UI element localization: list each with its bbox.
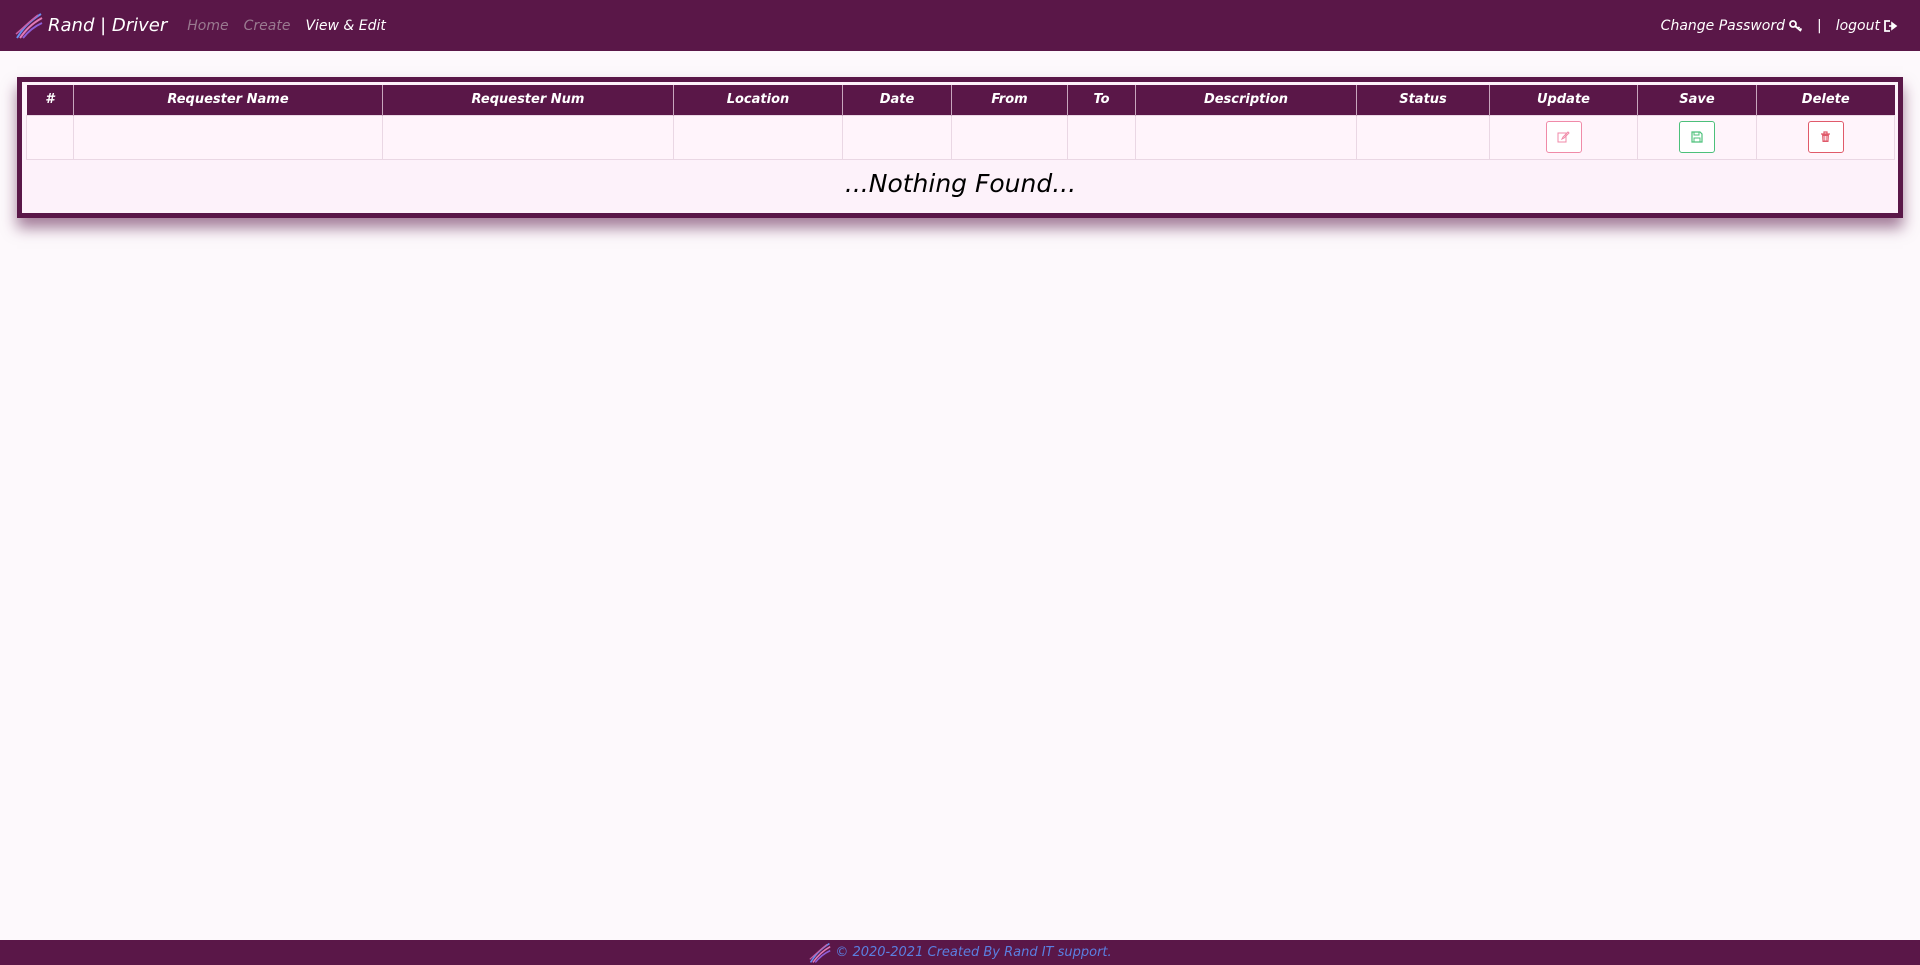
cell-delete — [1756, 114, 1895, 160]
column-header-description: Description — [1135, 85, 1357, 115]
empty-state-row: ...Nothing Found... — [26, 159, 1895, 213]
nav-link-create[interactable]: Create — [244, 18, 291, 34]
cell-status — [1356, 114, 1490, 160]
cell-location — [673, 114, 843, 160]
save-button[interactable] — [1679, 121, 1715, 153]
nav-link-home[interactable]: Home — [187, 18, 228, 34]
column-header-delete: Delete — [1756, 85, 1895, 115]
column-header-requester-name: Requester Name — [73, 85, 383, 115]
column-header-status: Status — [1356, 85, 1490, 115]
page-footer: © 2020-2021 Created By Rand IT support. — [0, 940, 1920, 965]
change-password-label: Change Password — [1660, 17, 1785, 34]
change-password-link[interactable]: Change Password — [1661, 18, 1803, 34]
rand-logo-icon — [15, 12, 43, 39]
key-icon — [1789, 19, 1803, 32]
sign-out-icon — [1884, 19, 1898, 32]
cell-number — [26, 114, 74, 160]
column-header-update: Update — [1489, 85, 1638, 115]
empty-state-message: ...Nothing Found... — [26, 159, 1895, 213]
column-header-save: Save — [1637, 85, 1757, 115]
cell-requester-num — [382, 114, 674, 160]
footer-copyright: © 2020-2021 Created By Rand IT support. — [835, 945, 1112, 960]
column-header-requester-num: Requester Num — [382, 85, 674, 115]
cell-update — [1489, 114, 1638, 160]
cell-date — [842, 114, 952, 160]
delete-button[interactable] — [1807, 121, 1844, 153]
table-header-row: # Requester Name Requester Num Location … — [26, 85, 1895, 115]
logout-link[interactable]: logout — [1836, 18, 1898, 34]
requests-table: # Requester Name Requester Num Location … — [26, 85, 1895, 213]
cell-requester-name — [73, 114, 383, 160]
column-header-number: # — [26, 85, 74, 115]
floppy-disk-icon — [1691, 131, 1703, 143]
edit-icon — [1557, 131, 1570, 143]
column-header-location: Location — [673, 85, 843, 115]
cell-to — [1067, 114, 1136, 160]
top-navbar: Rand | Driver Home Create View & Edit Ch… — [0, 0, 1920, 51]
rand-logo-icon — [809, 942, 831, 963]
cell-save — [1637, 114, 1757, 160]
trash-icon — [1821, 131, 1830, 142]
nav-links: Home Create View & Edit — [187, 18, 401, 34]
brand-title: Rand | Driver — [48, 15, 168, 36]
update-button[interactable] — [1545, 121, 1582, 153]
column-header-date: Date — [842, 85, 952, 115]
cell-description — [1135, 114, 1357, 160]
table-row — [26, 114, 1895, 160]
logout-label: logout — [1835, 17, 1880, 34]
nav-link-view-edit[interactable]: View & Edit — [305, 18, 385, 34]
nav-separator: | — [1817, 17, 1822, 34]
brand-link[interactable]: Rand | Driver — [14, 12, 167, 40]
requests-table-panel: # Requester Name Requester Num Location … — [17, 77, 1903, 218]
column-header-to: To — [1067, 85, 1136, 115]
cell-from — [951, 114, 1068, 160]
column-header-from: From — [951, 85, 1068, 115]
nav-right-menu: Change Password | logout — [1661, 18, 1898, 34]
